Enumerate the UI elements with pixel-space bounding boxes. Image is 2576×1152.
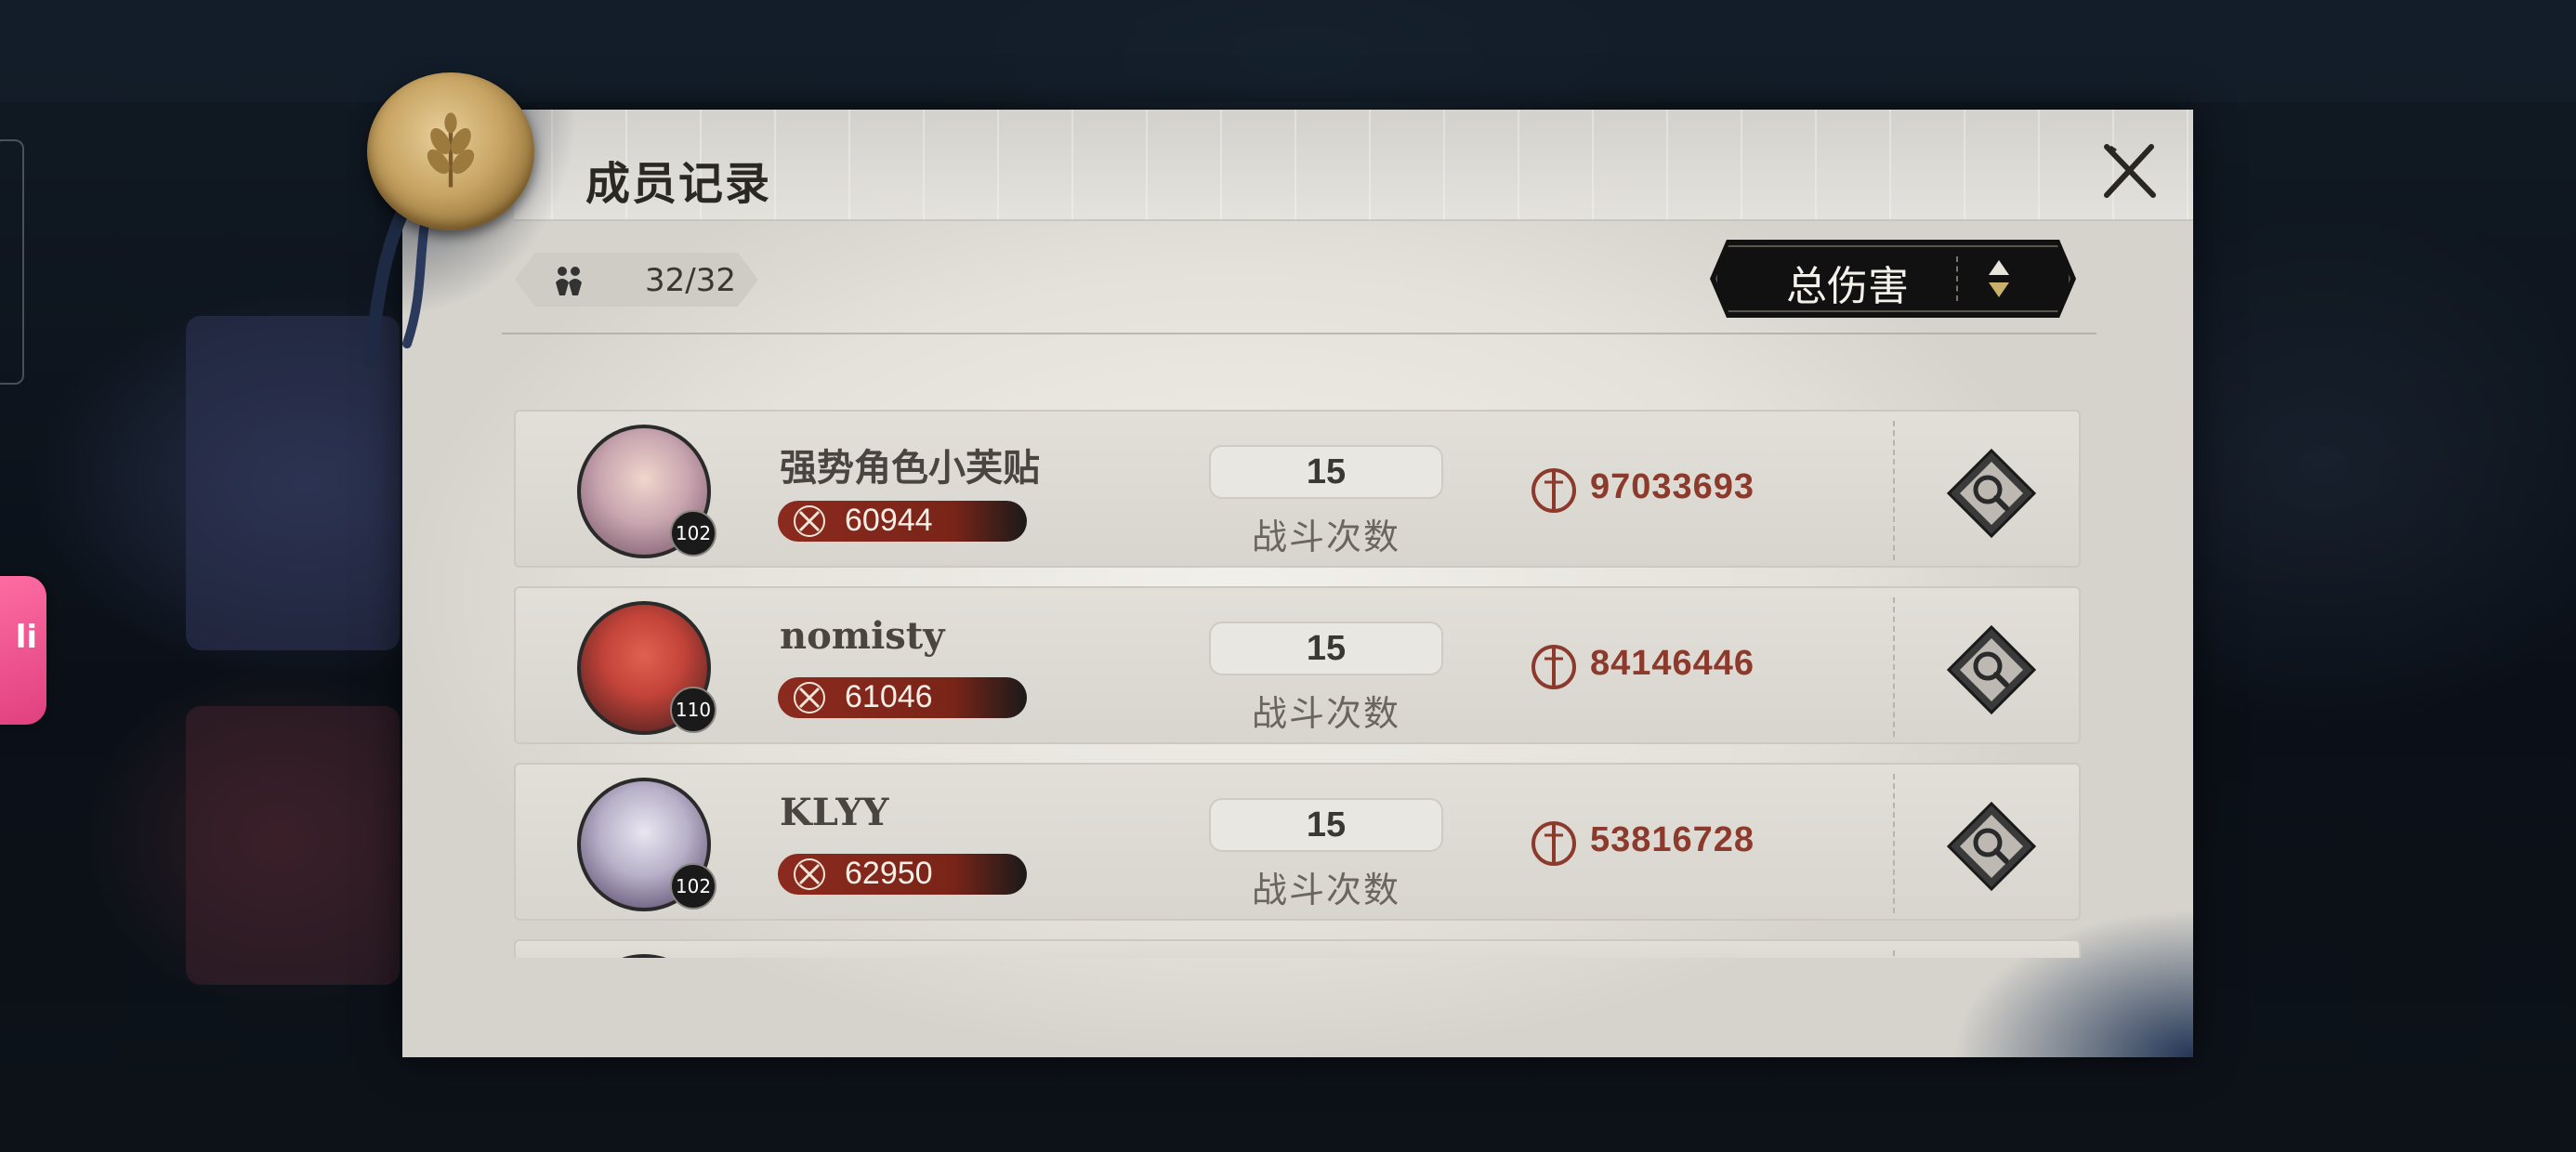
damage-emblem-icon [1531, 821, 1576, 866]
member-name: nomisty [780, 614, 945, 658]
background-card [186, 706, 400, 985]
battle-count-label: 战斗次数 [1251, 870, 1400, 910]
total-damage: 84146446 [1590, 644, 1755, 683]
battle-count-label: 战斗次数 [1251, 517, 1400, 557]
member-power-value: 62950 [845, 856, 933, 891]
sort-dropdown[interactable]: 总伤害 [1710, 240, 2076, 318]
member-power-badge: 61046 [778, 677, 1027, 718]
member-name: KLYY [780, 791, 889, 834]
total-damage: 53816728 [1590, 820, 1755, 859]
damage-emblem-icon [1531, 645, 1576, 689]
row-separator [1893, 774, 1895, 913]
member-row[interactable] [514, 939, 2081, 958]
member-row[interactable]: 102 强势角色小芙贴 60944 15 战斗次数 97033693 [514, 410, 2081, 568]
damage-emblem-icon [1531, 468, 1576, 513]
member-name: 强势角色小芙贴 [780, 446, 1040, 490]
crossed-swords-icon [794, 682, 825, 713]
member-level-badge: 110 [670, 687, 716, 733]
member-list[interactable]: 102 强势角色小芙贴 60944 15 战斗次数 97033693 110 n… [514, 410, 2081, 958]
total-damage: 97033693 [1590, 467, 1755, 506]
member-level-badge: 102 [670, 863, 716, 910]
magnify-icon[interactable] [1945, 447, 2038, 540]
floating-app-button[interactable]: li [0, 576, 46, 725]
magnify-icon[interactable] [1945, 623, 2038, 716]
member-power-value: 61046 [845, 679, 933, 714]
app-glyph: li [15, 619, 37, 656]
background-top-bar [0, 0, 2576, 102]
close-button[interactable] [2096, 137, 2162, 204]
battle-count: 15 [1209, 622, 1443, 675]
member-row[interactable]: 102 KLYY 62950 15 战斗次数 53816728 [514, 763, 2081, 921]
row-separator [1893, 597, 1895, 737]
leaf-emblem-icon [427, 112, 475, 188]
row-separator [1893, 950, 1895, 958]
magnify-icon[interactable] [1945, 800, 2038, 893]
battle-count-label: 战斗次数 [1251, 693, 1400, 734]
crossed-swords-icon [794, 505, 825, 537]
close-icon [2104, 144, 2156, 198]
sort-arrows-icon [1989, 260, 2009, 297]
crossed-swords-icon [794, 858, 825, 890]
member-power-value: 60944 [845, 503, 933, 538]
member-count-badge: 32/32 [515, 253, 758, 307]
member-count-value: 32/32 [645, 262, 736, 299]
side-frame [0, 139, 24, 385]
wax-seal-emblem [367, 72, 534, 230]
header-divider [502, 333, 2096, 334]
member-level-badge: 102 [670, 510, 716, 556]
battle-count: 15 [1209, 798, 1443, 852]
member-avatar [577, 954, 711, 958]
battle-count: 15 [1209, 445, 1443, 499]
row-separator [1893, 421, 1895, 560]
dialog-title: 成员记录 [585, 158, 772, 210]
members-icon [556, 267, 582, 295]
member-row[interactable]: 110 nomisty 61046 15 战斗次数 84146446 [514, 586, 2081, 744]
member-power-badge: 60944 [778, 501, 1027, 542]
sort-label: 总伤害 [1786, 263, 1909, 310]
member-power-badge: 62950 [778, 854, 1027, 895]
